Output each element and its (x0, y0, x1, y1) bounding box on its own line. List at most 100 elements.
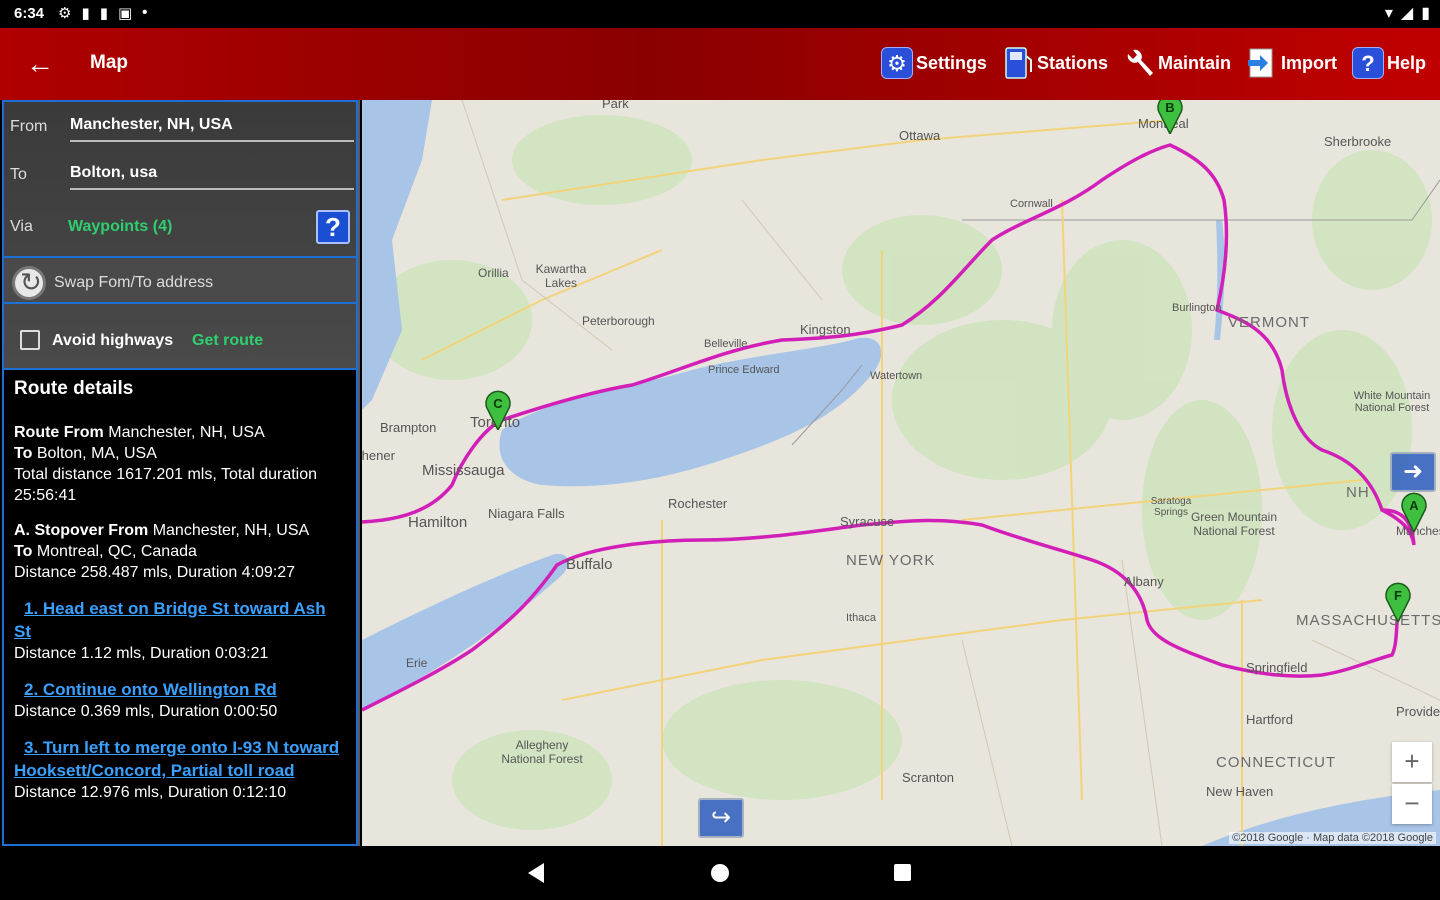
route-to-label: To (14, 445, 33, 462)
import-button[interactable]: Import (1245, 44, 1337, 82)
map-label: NEW YORK (846, 552, 936, 569)
to-field[interactable]: Bolton, usa (70, 164, 354, 190)
help-button[interactable]: ? (316, 210, 350, 244)
map-pin-a[interactable]: A (1400, 492, 1428, 532)
map-label: Scranton (902, 770, 955, 785)
step-distance: Distance 1.12 mls, Duration 0:03:21 (14, 645, 269, 662)
help-toolbar-button[interactable]: ? Help (1351, 44, 1426, 82)
route-from-value: Manchester, NH, USA (108, 424, 265, 441)
zoom-out-button[interactable]: − (1392, 784, 1432, 824)
map-label: Burlington (1172, 302, 1222, 314)
to-row: To Bolton, usa (4, 150, 356, 196)
map-pin-f[interactable]: F (1384, 582, 1412, 622)
app-bar: ← Map ⚙ Settings Stations Maintain Impor… (0, 28, 1440, 100)
from-field[interactable]: Manchester, NH, USA (70, 116, 354, 142)
route-panel: From Manchester, NH, USA To Bolton, usa … (0, 100, 360, 846)
sim-icon: ▮ (81, 5, 90, 22)
route-details: Route details Route From Manchester, NH,… (2, 368, 358, 846)
share-route-icon[interactable]: ↪ (698, 798, 744, 838)
stopover-from: Manchester, NH, USA (152, 522, 310, 539)
help-label: Help (1386, 52, 1426, 73)
map-label: Watertown (870, 370, 923, 382)
wrench-icon (1122, 46, 1156, 80)
map-label: Ithaca (846, 612, 876, 624)
signal-icon: ◢ (1400, 5, 1414, 22)
fuel-pump-icon (1001, 46, 1035, 80)
settings-label: Settings (915, 52, 987, 73)
sim2-icon: ▮ (99, 5, 108, 22)
map-label: Kitchener (362, 448, 395, 463)
next-arrow-icon[interactable]: ➜ (1390, 452, 1436, 492)
step-distance: Distance 12.976 mls, Duration 0:12:10 (14, 784, 287, 801)
toolbar-actions: ⚙ Settings Stations Maintain Import ? He… (880, 44, 1426, 82)
avoid-highways-row: Avoid highways Get route (4, 308, 356, 368)
route-form: From Manchester, NH, USA To Bolton, usa … (2, 100, 358, 368)
map-label: Rochester (668, 496, 728, 511)
pin-label: A (1409, 498, 1419, 513)
swap-label: Swap Fom/To address (54, 274, 214, 291)
map-label: Kawartha Lakes (535, 262, 587, 290)
nav-home-icon[interactable] (711, 864, 729, 882)
pin-label: F (1394, 588, 1402, 603)
map-label: Allegheny National Forest (501, 738, 583, 766)
map-pin-c[interactable]: C (484, 390, 512, 430)
maintain-button[interactable]: Maintain (1122, 44, 1231, 82)
back-arrow-icon[interactable]: ← (22, 46, 58, 82)
maintain-label: Maintain (1157, 52, 1231, 73)
step-link[interactable]: 1. Head east on Bridge St toward Ash St (14, 599, 326, 641)
map-label: Niagara Falls (488, 506, 565, 521)
map-pin-b[interactable]: B (1156, 100, 1184, 134)
list-item: 1. Head east on Bridge St toward Ash St … (14, 597, 346, 664)
status-notification-icons: ⚙ ▮ ▮ ▣ • (58, 4, 147, 22)
map-label: Erie (406, 656, 428, 670)
stopover-summary: A. Stopover From Manchester, NH, USA To … (14, 520, 346, 583)
route-summary: Route From Manchester, NH, USA To Bolton… (14, 422, 346, 506)
route-from-label: Route From (14, 424, 104, 441)
get-route-button[interactable]: Get route (192, 332, 263, 350)
from-label: From (10, 118, 48, 135)
step-link[interactable]: 3. Turn left to merge onto I-93 N toward… (14, 738, 339, 780)
waypoints-link[interactable]: Waypoints (4) (68, 218, 172, 236)
map-view[interactable]: Park Ottawa Montreal Sherbrooke Cornwall… (362, 100, 1440, 846)
stopover-distance: Distance 258.487 mls, Duration 4:09:27 (14, 564, 296, 581)
via-row: Via Waypoints (4) ? (4, 202, 356, 248)
avoid-highways-checkbox[interactable] (20, 330, 40, 350)
stations-label: Stations (1036, 52, 1108, 73)
status-system-icons: ▾ ◢ ▮ (1385, 3, 1430, 23)
settings-notification-icon: ⚙ (58, 5, 72, 22)
map-label: New Haven (1206, 784, 1274, 799)
stations-button[interactable]: Stations (1001, 44, 1108, 82)
nav-recents-icon[interactable] (894, 864, 911, 881)
stopover-to: Montreal, QC, Canada (36, 543, 197, 560)
map-label: Belleville (704, 338, 748, 350)
map-label: Orillia (478, 266, 509, 280)
map-label: Springfield (1246, 660, 1308, 675)
map-attribution: ©2018 Google · Map data ©2018 Google (1229, 832, 1436, 844)
map-label: Buffalo (566, 556, 613, 573)
avoid-highways-label[interactable]: Avoid highways (52, 332, 173, 350)
map-label: Hamilton (408, 514, 468, 531)
pin-label: B (1165, 100, 1174, 115)
map-label: CONNECTICUT (1216, 754, 1337, 771)
gear-icon: ⚙ (880, 46, 914, 80)
list-item: 3. Turn left to merge onto I-93 N toward… (14, 736, 346, 803)
pin-label: C (493, 396, 503, 411)
to-label: To (10, 166, 27, 183)
route-details-title: Route details (14, 378, 134, 399)
map-label: Cornwall (1010, 198, 1053, 210)
dot-icon: • (142, 4, 148, 21)
settings-button[interactable]: ⚙ Settings (880, 44, 987, 82)
map-label: Park (602, 100, 629, 111)
step-link[interactable]: 2. Continue onto Wellington Rd (14, 680, 277, 699)
step-distance: Distance 0.369 mls, Duration 0:00:50 (14, 703, 278, 720)
map-label: Syracuse (840, 514, 895, 529)
zoom-in-button[interactable]: + (1392, 742, 1432, 782)
system-nav-bar (0, 846, 1440, 900)
swap-icon (12, 266, 46, 300)
nav-back-icon[interactable] (528, 863, 544, 883)
swap-button[interactable]: Swap Fom/To address (4, 256, 356, 304)
screen-icon: ▣ (117, 5, 133, 22)
page-title: Map (90, 52, 128, 73)
map-label: Sherbrooke (1324, 134, 1392, 149)
map-label: Providence (1396, 704, 1440, 719)
